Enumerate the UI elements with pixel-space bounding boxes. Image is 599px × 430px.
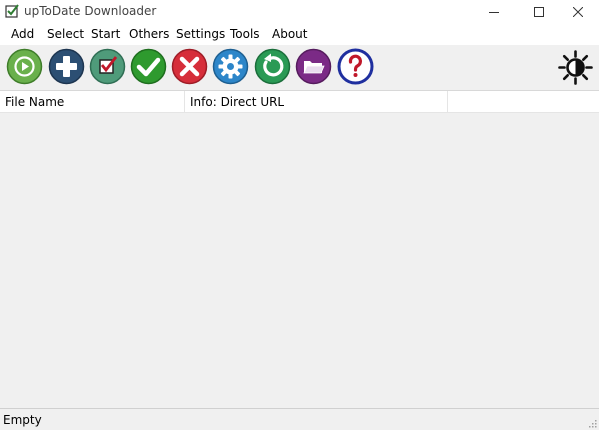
cancel-button[interactable] (171, 48, 208, 85)
start-download-button[interactable] (6, 48, 43, 85)
menu-bar: Add Select Start Others Settings Tools A… (0, 23, 599, 45)
refresh-icon (254, 48, 291, 85)
brightness-icon (558, 50, 593, 85)
gear-icon (212, 48, 249, 85)
close-icon (573, 6, 583, 17)
refresh-button[interactable] (254, 48, 291, 85)
help-button[interactable] (337, 48, 374, 85)
checkmark-icon (130, 48, 167, 85)
settings-button[interactable] (212, 48, 249, 85)
play-icon (6, 48, 43, 85)
menu-others[interactable]: Others (129, 27, 169, 41)
minimize-button[interactable] (473, 0, 515, 23)
status-text: Empty (3, 413, 42, 427)
title-bar: upToDate Downloader (0, 0, 599, 23)
folder-icon (295, 48, 332, 85)
app-checklist-icon (5, 4, 19, 18)
theme-toggle-button[interactable] (557, 49, 594, 86)
column-empty[interactable] (448, 91, 599, 113)
window-title: upToDate Downloader (24, 4, 157, 18)
toolbar (0, 45, 599, 91)
download-list[interactable] (0, 113, 599, 408)
help-icon (337, 48, 374, 85)
resize-grip-icon[interactable] (587, 418, 597, 428)
menu-about[interactable]: About (272, 27, 307, 41)
plus-icon (48, 48, 85, 85)
menu-start[interactable]: Start (91, 27, 120, 41)
column-file-name[interactable]: File Name (0, 91, 185, 113)
download-list-header: File Name Info: Direct URL (0, 91, 599, 113)
column-info-direct-url[interactable]: Info: Direct URL (185, 91, 448, 113)
maximize-icon (534, 6, 544, 17)
menu-tools[interactable]: Tools (230, 27, 260, 41)
open-folder-button[interactable] (295, 48, 332, 85)
confirm-button[interactable] (130, 48, 167, 85)
checkbox-icon (89, 48, 126, 85)
menu-select[interactable]: Select (47, 27, 84, 41)
cross-icon (171, 48, 208, 85)
status-bar: Empty (0, 408, 599, 430)
select-button[interactable] (89, 48, 126, 85)
add-button[interactable] (48, 48, 85, 85)
minimize-icon (489, 11, 499, 13)
maximize-button[interactable] (518, 0, 560, 23)
menu-add[interactable]: Add (11, 27, 34, 41)
close-button[interactable] (557, 0, 599, 23)
menu-settings[interactable]: Settings (176, 27, 225, 41)
